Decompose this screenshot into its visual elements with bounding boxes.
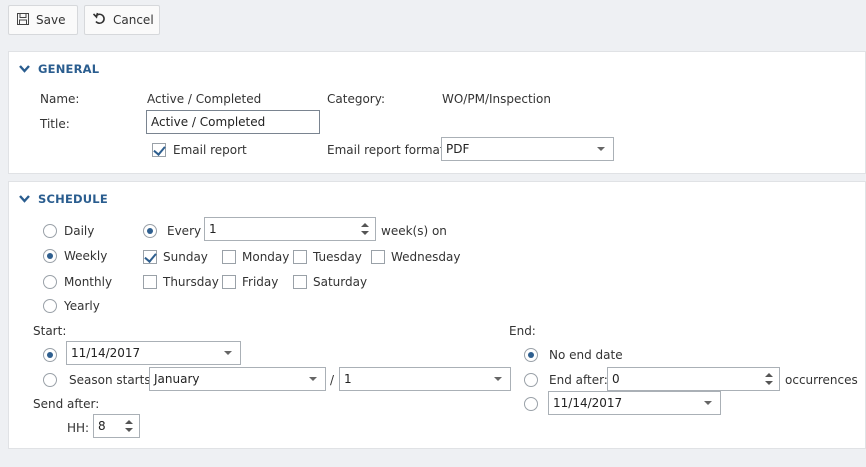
season-month-select[interactable]: January bbox=[149, 367, 326, 391]
season-day-value: 1 bbox=[344, 372, 352, 386]
day-label-tuesday: Tuesday bbox=[313, 250, 362, 264]
frequency-radio-yearly[interactable] bbox=[43, 299, 57, 313]
chevron-down-icon bbox=[597, 147, 605, 151]
save-button[interactable]: Save bbox=[8, 5, 78, 35]
end-date-value: 11/14/2017 bbox=[553, 396, 623, 410]
chevron-down-icon bbox=[19, 62, 30, 76]
hh-label: HH: bbox=[67, 421, 90, 435]
general-heading: GENERAL bbox=[38, 62, 100, 76]
schedule-section-toggle[interactable]: SCHEDULE bbox=[19, 192, 108, 206]
name-label: Name: bbox=[40, 92, 80, 106]
title-input[interactable]: Active / Completed bbox=[146, 110, 320, 134]
hh-stepper[interactable]: 8 bbox=[93, 414, 140, 438]
end-after-value: 0 bbox=[612, 372, 620, 386]
send-after-label: Send after: bbox=[33, 397, 100, 411]
frequency-label-monthly: Monthly bbox=[64, 275, 113, 289]
end-after-label: End after: bbox=[549, 373, 608, 387]
start-date-radio[interactable] bbox=[43, 348, 57, 362]
save-label: Save bbox=[36, 13, 66, 27]
day-label-saturday: Saturday bbox=[313, 275, 368, 289]
frequency-radio-daily[interactable] bbox=[43, 224, 57, 238]
occurrences-label: occurrences bbox=[785, 373, 858, 387]
day-checkbox-saturday[interactable] bbox=[293, 275, 307, 289]
day-checkbox-tuesday[interactable] bbox=[293, 250, 307, 264]
category-label: Category: bbox=[327, 92, 385, 106]
every-suffix-label: week(s) on bbox=[381, 224, 447, 238]
day-label-friday: Friday bbox=[242, 275, 279, 289]
floppy-disk-icon bbox=[17, 12, 29, 28]
title-label: Title: bbox=[40, 117, 70, 131]
chevron-down-icon bbox=[19, 192, 30, 206]
day-label-thursday: Thursday bbox=[163, 275, 219, 289]
chevron-down-icon[interactable] bbox=[704, 401, 712, 405]
undo-icon bbox=[92, 12, 106, 28]
start-label: Start: bbox=[33, 324, 67, 338]
schedule-heading: SCHEDULE bbox=[38, 192, 108, 206]
every-interval-value: 1 bbox=[209, 222, 217, 236]
end-after-radio[interactable] bbox=[524, 373, 538, 387]
season-starts-radio[interactable] bbox=[43, 373, 57, 387]
start-date-picker[interactable]: 11/14/2017 bbox=[66, 341, 241, 365]
cancel-label: Cancel bbox=[113, 13, 154, 27]
category-value: WO/PM/Inspection bbox=[442, 92, 551, 106]
day-checkbox-wednesday[interactable] bbox=[371, 250, 385, 264]
every-label: Every bbox=[167, 224, 202, 238]
spinner-icon[interactable] bbox=[361, 221, 369, 237]
spinner-icon[interactable] bbox=[125, 418, 133, 434]
hh-value: 8 bbox=[98, 419, 106, 433]
spinner-icon[interactable] bbox=[765, 371, 773, 387]
general-panel: GENERAL Name: Active / Completed Categor… bbox=[8, 51, 866, 174]
frequency-label-weekly: Weekly bbox=[64, 249, 108, 263]
season-starts-label: Season starts: bbox=[69, 373, 155, 387]
end-date-picker[interactable]: 11/14/2017 bbox=[548, 391, 721, 415]
chevron-down-icon bbox=[309, 377, 317, 381]
email-format-select[interactable]: PDF bbox=[441, 137, 614, 161]
frequency-radio-monthly[interactable] bbox=[43, 275, 57, 289]
end-after-input[interactable]: 0 bbox=[607, 367, 780, 391]
cancel-button[interactable]: Cancel bbox=[84, 5, 160, 35]
chevron-down-icon bbox=[494, 377, 502, 381]
no-end-date-radio[interactable] bbox=[524, 348, 538, 362]
frequency-label-daily: Daily bbox=[64, 224, 95, 238]
title-input-value: Active / Completed bbox=[151, 115, 266, 129]
frequency-radio-weekly[interactable] bbox=[43, 249, 57, 263]
season-month-value: January bbox=[154, 372, 200, 386]
name-value: Active / Completed bbox=[147, 92, 262, 106]
day-checkbox-thursday[interactable] bbox=[143, 275, 157, 289]
every-interval-input[interactable]: 1 bbox=[204, 217, 376, 241]
email-report-checkbox[interactable] bbox=[152, 143, 166, 157]
season-day-select[interactable]: 1 bbox=[339, 367, 511, 391]
end-date-radio[interactable] bbox=[524, 397, 538, 411]
email-report-label: Email report bbox=[173, 143, 247, 157]
season-separator: / bbox=[330, 373, 335, 387]
email-format-label: Email report format: bbox=[327, 143, 449, 157]
day-checkbox-monday[interactable] bbox=[222, 250, 236, 264]
day-checkbox-friday[interactable] bbox=[222, 275, 236, 289]
day-label-wednesday: Wednesday bbox=[391, 250, 461, 264]
schedule-panel: SCHEDULE Daily Weekly Monthly Yearly Eve… bbox=[8, 181, 866, 449]
end-label: End: bbox=[509, 324, 536, 338]
start-date-value: 11/14/2017 bbox=[71, 346, 141, 360]
day-label-sunday: Sunday bbox=[163, 250, 208, 264]
no-end-date-label: No end date bbox=[549, 348, 623, 362]
frequency-label-yearly: Yearly bbox=[64, 299, 100, 313]
day-label-monday: Monday bbox=[242, 250, 290, 264]
every-radio[interactable] bbox=[143, 224, 157, 238]
email-format-value: PDF bbox=[446, 142, 470, 156]
day-checkbox-sunday[interactable] bbox=[143, 250, 157, 264]
chevron-down-icon[interactable] bbox=[224, 351, 232, 355]
general-section-toggle[interactable]: GENERAL bbox=[19, 62, 99, 76]
